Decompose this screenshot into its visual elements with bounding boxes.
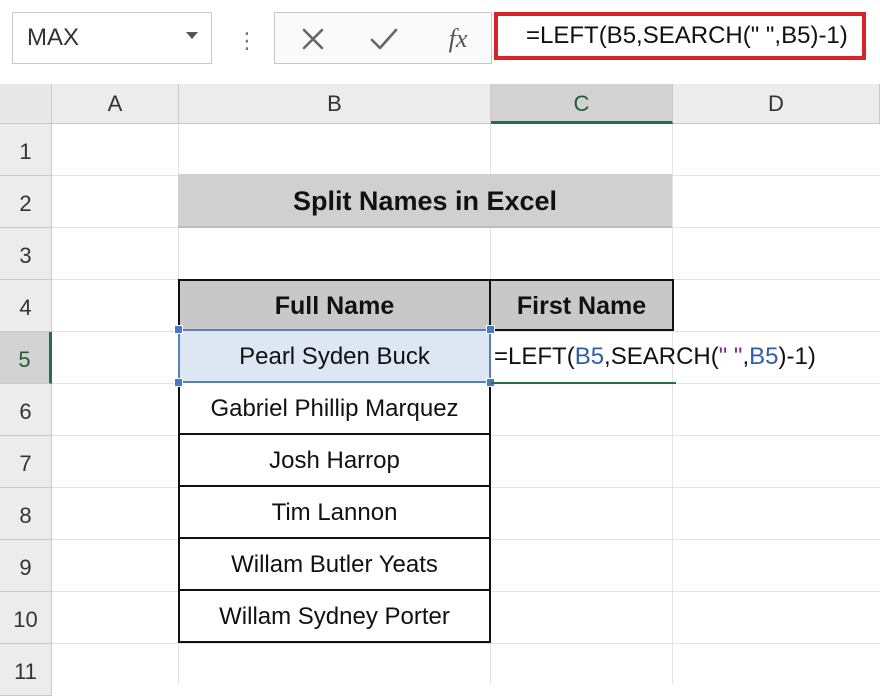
full-name-cell-b8[interactable]: Tim Lannon [178, 487, 491, 539]
gridline [52, 643, 880, 644]
enter-check-icon[interactable] [366, 22, 402, 56]
full-name-cell-b10[interactable]: Willam Sydney Porter [178, 591, 491, 643]
formula-part: )-1) [778, 343, 816, 370]
sheet-title-cell[interactable]: Split Names in Excel [178, 174, 672, 228]
row-header-8[interactable]: 8 [0, 488, 52, 540]
range-handle[interactable] [174, 378, 183, 387]
chevron-down-icon[interactable] [186, 32, 198, 39]
full-name-cell-b9[interactable]: Willam Butler Yeats [178, 539, 491, 591]
row-header-5[interactable]: 5 [0, 332, 52, 384]
select-all-corner[interactable] [0, 84, 52, 124]
row-header-3[interactable]: 3 [0, 228, 52, 280]
formula-part: =LEFT( [494, 343, 575, 370]
formula-part: ,SEARCH( [604, 343, 719, 370]
full-name-cell-b6[interactable]: Gabriel Phillip Marquez [178, 383, 491, 435]
row-header-7[interactable]: 7 [0, 436, 52, 488]
cell-reference: B5 [749, 343, 779, 370]
formula-bar-separator-icon: ⋮ [236, 26, 258, 56]
column-header-c[interactable]: C [491, 84, 673, 124]
formula-input[interactable]: =LEFT(B5,SEARCH(" ",B5)-1) [494, 12, 866, 60]
column-header-a[interactable]: A [52, 84, 179, 124]
row-header-4[interactable]: 4 [0, 280, 52, 332]
row-header-9[interactable]: 9 [0, 540, 52, 592]
gridline [672, 124, 673, 684]
insert-function-icon[interactable]: fx [438, 20, 478, 58]
active-cell-border [491, 382, 676, 384]
row-header-6[interactable]: 6 [0, 384, 52, 436]
row-header-1[interactable]: 1 [0, 124, 52, 176]
cancel-icon[interactable] [296, 22, 330, 56]
column-header-d[interactable]: D [673, 84, 880, 124]
full-name-header[interactable]: Full Name [178, 279, 491, 331]
row-header-2[interactable]: 2 [0, 176, 52, 228]
cell-reference: B5 [574, 343, 605, 370]
name-box-value: MAX [27, 24, 80, 51]
name-box[interactable]: MAX [12, 12, 212, 64]
column-header-b[interactable]: B [179, 84, 491, 124]
range-handle[interactable] [174, 325, 183, 334]
formula-string: " " [718, 343, 743, 370]
first-name-header[interactable]: First Name [489, 279, 674, 331]
row-header-10[interactable]: 10 [0, 592, 52, 644]
full-name-cell-b5[interactable]: Pearl Syden Buck [178, 329, 491, 383]
row-header-11[interactable]: 11 [0, 644, 52, 696]
editing-cell-c5[interactable]: =LEFT(B5,SEARCH(" ",B5)-1) [491, 331, 816, 385]
full-name-cell-b7[interactable]: Josh Harrop [178, 435, 491, 487]
